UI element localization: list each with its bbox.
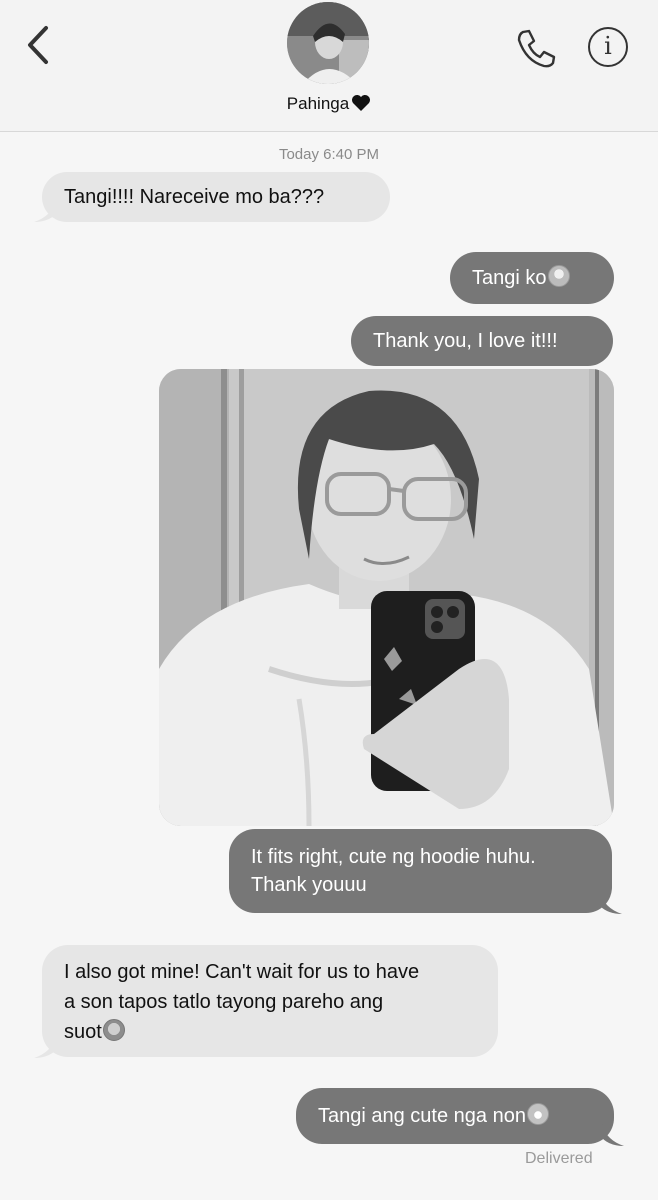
contact-name-row[interactable]: Pahinga bbox=[0, 94, 658, 114]
conversation-header: Pahinga i bbox=[0, 0, 658, 132]
message-text: Tangi ko bbox=[472, 267, 547, 289]
selfie-photo bbox=[159, 369, 614, 826]
message-text: Tangi!!!! Nareceive mo ba??? bbox=[64, 186, 325, 208]
message-text-line: suot bbox=[64, 1017, 476, 1047]
message-text-line: I also got mine! Can't wait for us to ha… bbox=[64, 961, 420, 983]
message-text-line: It fits right, cute ng hoodie huhu. bbox=[251, 846, 536, 868]
bubble-tail bbox=[34, 200, 56, 222]
photo-message[interactable] bbox=[159, 369, 614, 826]
message-bubble-incoming[interactable]: I also got mine! Can't wait for us to ha… bbox=[42, 945, 498, 1057]
bubble-tail bbox=[602, 1124, 624, 1146]
info-icon: i bbox=[604, 32, 612, 60]
loudly-crying-face-icon bbox=[547, 265, 570, 287]
bubble-tail bbox=[34, 1036, 56, 1058]
message-bubble-outgoing[interactable]: Tangi ko bbox=[450, 252, 614, 304]
message-bubble-outgoing[interactable]: Thank you, I love it!!! bbox=[351, 316, 613, 366]
contact-avatar[interactable] bbox=[287, 2, 369, 84]
delivery-status: Delivered bbox=[525, 1150, 593, 1167]
message-bubble-outgoing[interactable]: It fits right, cute ng hoodie huhu. Than… bbox=[229, 829, 612, 913]
grinning-squinting-face-icon bbox=[526, 1103, 549, 1125]
phone-icon bbox=[517, 29, 556, 68]
message-timestamp: Today 6:40 PM bbox=[278, 146, 380, 163]
black-heart-icon bbox=[352, 95, 371, 111]
contact-name: Pahinga bbox=[286, 94, 350, 113]
phone-call-button[interactable] bbox=[514, 26, 558, 70]
chevron-left-icon bbox=[28, 26, 48, 64]
avatar-photo bbox=[287, 2, 369, 84]
message-text: Tangi ang cute nga non bbox=[318, 1105, 526, 1127]
message-bubble-incoming[interactable]: Tangi!!!! Nareceive mo ba??? bbox=[42, 172, 390, 222]
message-bubble-outgoing[interactable]: Tangi ang cute nga non bbox=[296, 1088, 614, 1144]
weary-face-icon bbox=[102, 1019, 125, 1041]
message-text-line: Thank youuu bbox=[251, 874, 367, 896]
back-button[interactable] bbox=[22, 24, 58, 68]
chat-screen: Pahinga i Today 6:40 PM Tangi!!!! Narece… bbox=[0, 0, 658, 1200]
info-button[interactable]: i bbox=[588, 27, 628, 67]
message-text-line: a son tapos tatlo tayong pareho ang bbox=[64, 991, 384, 1013]
message-text: Thank you, I love it!!! bbox=[373, 330, 558, 352]
bubble-tail bbox=[600, 892, 622, 914]
